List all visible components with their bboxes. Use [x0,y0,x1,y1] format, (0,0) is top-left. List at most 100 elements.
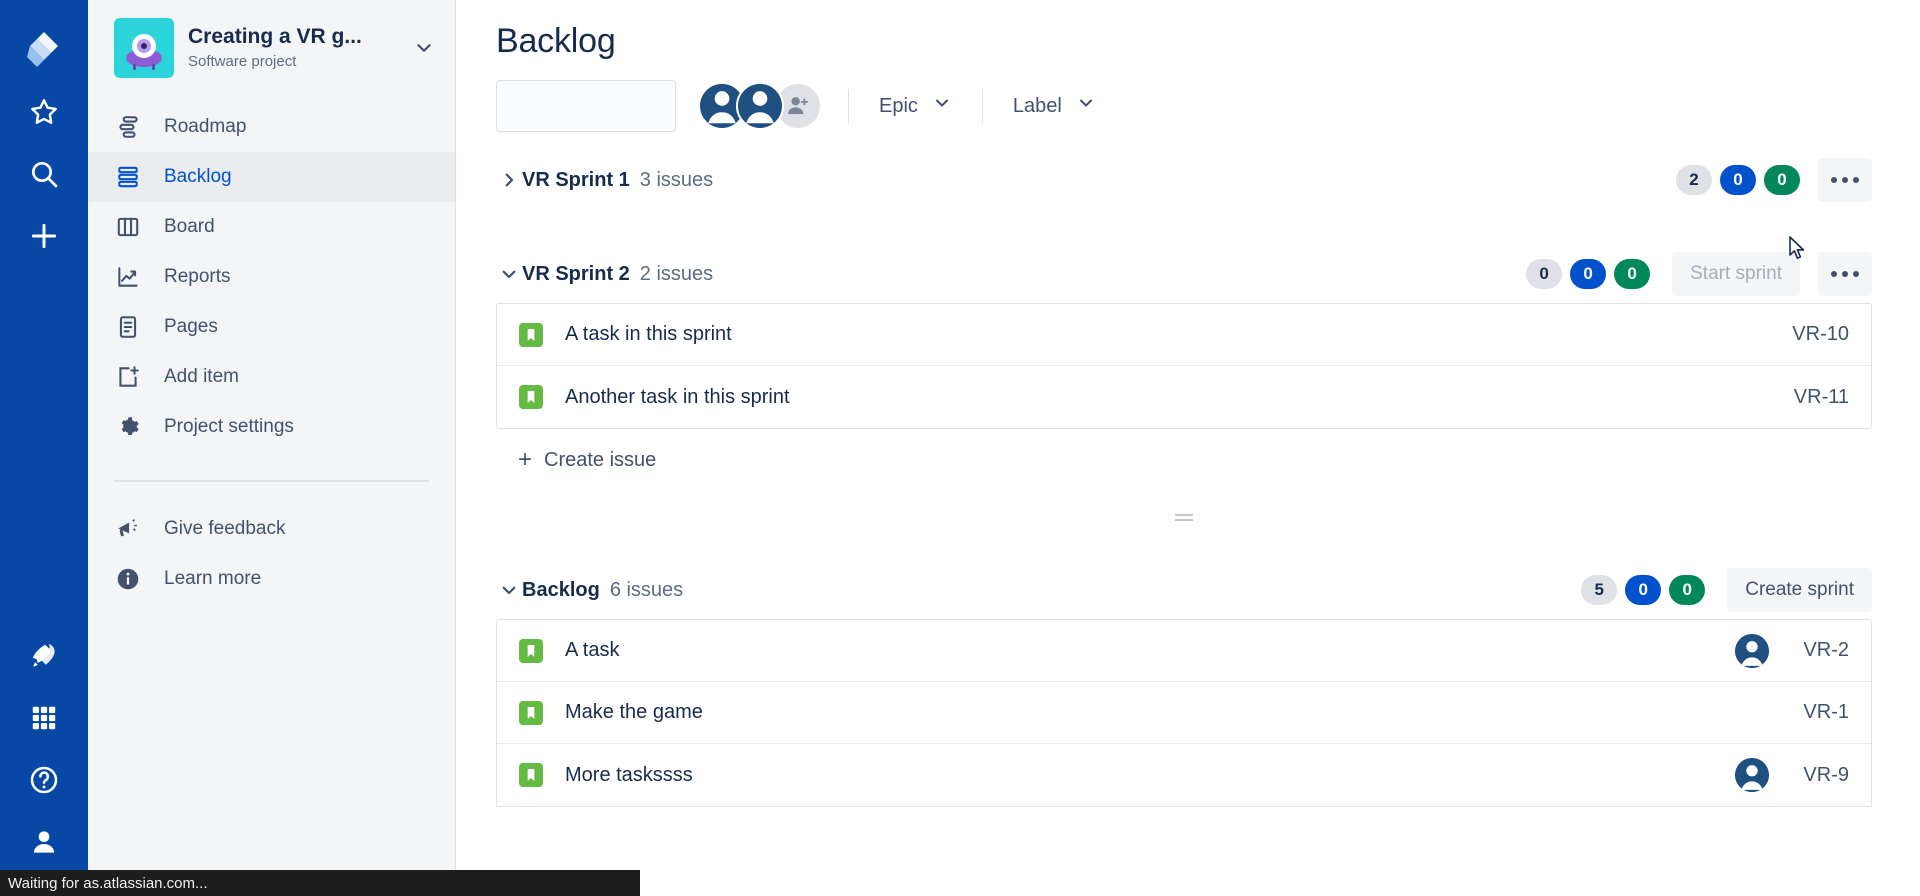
sidebar-item-backlog[interactable]: Backlog [88,152,455,202]
project-sidebar: Creating a VR g... Software project Road… [88,0,456,896]
epic-filter[interactable]: Epic [875,87,956,125]
profile-icon[interactable] [20,818,68,866]
global-nav-rail [0,0,88,896]
avatar-group [698,82,822,130]
section-header-vr-sprint-1[interactable]: VR Sprint 1 3 issues 2 0 0 [496,151,1920,209]
create-issue-button[interactable]: + Create issue [496,429,1920,491]
section-more-menu-button[interactable] [1818,158,1872,202]
jira-logo-icon[interactable] [20,26,68,74]
sidebar-nav: Roadmap Backlog Board Reports Pages Add … [88,102,455,604]
sidebar-item-give-feedback[interactable]: Give feedback [88,504,455,554]
status-badge-inprogress[interactable]: 0 [1570,259,1607,289]
issue-key[interactable]: VR-1 [1787,701,1849,724]
issue-key[interactable]: VR-10 [1787,323,1849,346]
drag-line [1175,518,1193,521]
search-input[interactable] [509,97,716,115]
table-row[interactable]: More taskssss VR-9 [497,744,1871,806]
issue-summary: A task [565,639,620,661]
chevron-down-icon [932,93,952,119]
create-issue-label: Create issue [544,448,657,471]
section-actions: 2 0 0 [1668,158,1872,202]
dot [1853,177,1859,183]
chevron-right-icon[interactable] [496,171,522,189]
status-badge-todo[interactable]: 2 [1676,165,1712,195]
star-icon[interactable] [20,88,68,136]
create-sprint-button[interactable]: Create sprint [1727,568,1872,612]
chevron-down-icon[interactable] [413,37,435,59]
sidebar-item-pages[interactable]: Pages [88,302,455,352]
section-actions: 0 0 0 Start sprint [1518,252,1872,296]
start-sprint-button[interactable]: Start sprint [1672,252,1800,296]
project-header[interactable]: Creating a VR g... Software project [88,0,455,92]
issue-meta: VR-9 [1735,758,1849,792]
rocket-icon[interactable] [20,632,68,680]
jira-backlog-app: Creating a VR g... Software project Road… [0,0,1920,896]
issue-key[interactable]: VR-11 [1787,386,1849,409]
story-type-icon [519,385,543,409]
sidebar-item-learn-more[interactable]: Learn more [88,554,455,604]
issue-meta: VR-1 [1787,701,1849,724]
dot [1853,271,1859,277]
label-filter[interactable]: Label [1009,87,1100,125]
toolbar-divider [981,89,983,123]
chevron-down-icon[interactable] [496,581,522,599]
status-badge-todo[interactable]: 0 [1526,259,1563,289]
main-content: Backlog Epic Label VR Sprint 1 3 issues … [456,0,1920,896]
help-icon[interactable] [20,756,68,804]
section-title: VR Sprint 1 [522,168,630,191]
sidebar-item-board[interactable]: Board [88,202,455,252]
drag-line [1175,513,1193,516]
avatar[interactable] [1735,633,1769,668]
toolbar-divider [848,89,849,123]
apps-grid-icon[interactable] [20,694,68,742]
backlog-toolbar: Epic Label [456,61,1920,133]
avatar[interactable] [1735,758,1769,792]
sidebar-item-add-item[interactable]: Add item [88,352,455,402]
issue-key[interactable]: VR-2 [1787,639,1849,662]
chevron-down-icon [1076,93,1096,119]
table-row[interactable]: A task VR-2 [497,620,1871,682]
status-badge-done[interactable]: 0 [1614,259,1651,289]
section-header-vr-sprint-2[interactable]: VR Sprint 2 2 issues 0 0 0 Start sprint [496,245,1920,303]
status-badge-inprogress[interactable]: 0 [1720,165,1756,195]
story-type-icon [519,700,543,725]
sidebar-bottom-nav: Give feedback Learn more [88,504,455,604]
table-row[interactable]: Another task in this sprint VR-11 [497,366,1871,428]
dot [1842,177,1848,183]
section-header-backlog[interactable]: Backlog 6 issues 5 0 0 Create sprint [496,561,1920,619]
status-badge-todo[interactable]: 5 [1581,575,1618,605]
table-row[interactable]: Make the game VR-1 [497,682,1871,744]
sidebar-item-label: Roadmap [164,116,247,137]
sidebar-item-label: Add item [164,366,239,387]
sidebar-item-project-settings[interactable]: Project settings [88,402,455,452]
megaphone-icon [114,515,142,543]
gear-icon [114,413,142,441]
chevron-down-icon[interactable] [496,265,522,283]
sidebar-item-label: Project settings [164,416,294,437]
dot [1831,271,1837,277]
search-icon[interactable] [20,150,68,198]
table-row[interactable]: A task in this sprint VR-10 [497,304,1871,366]
section-resize-handle[interactable] [496,491,1872,543]
section-actions: 5 0 0 Create sprint [1573,568,1872,612]
issue-meta: VR-10 [1787,323,1849,346]
issue-meta: VR-2 [1735,633,1849,668]
page-title: Backlog [496,22,616,60]
dot [1831,177,1837,183]
project-text-group: Creating a VR g... Software project [188,24,399,72]
label-filter-label: Label [1012,94,1062,117]
avatar[interactable] [736,82,784,130]
status-badge-done[interactable]: 0 [1764,165,1800,195]
issue-key[interactable]: VR-9 [1787,764,1849,787]
section-more-menu-button[interactable] [1818,252,1872,296]
backlog-icon [114,163,142,191]
dot [1842,271,1848,277]
status-badge-inprogress[interactable]: 0 [1625,575,1662,605]
sidebar-item-reports[interactable]: Reports [88,252,455,302]
sidebar-item-roadmap[interactable]: Roadmap [88,102,455,152]
search-box[interactable] [496,80,737,132]
section-issue-count: 2 issues [639,262,714,285]
issue-summary: Make the game [565,701,703,723]
status-badge-done[interactable]: 0 [1669,575,1706,605]
plus-icon[interactable] [20,212,68,260]
